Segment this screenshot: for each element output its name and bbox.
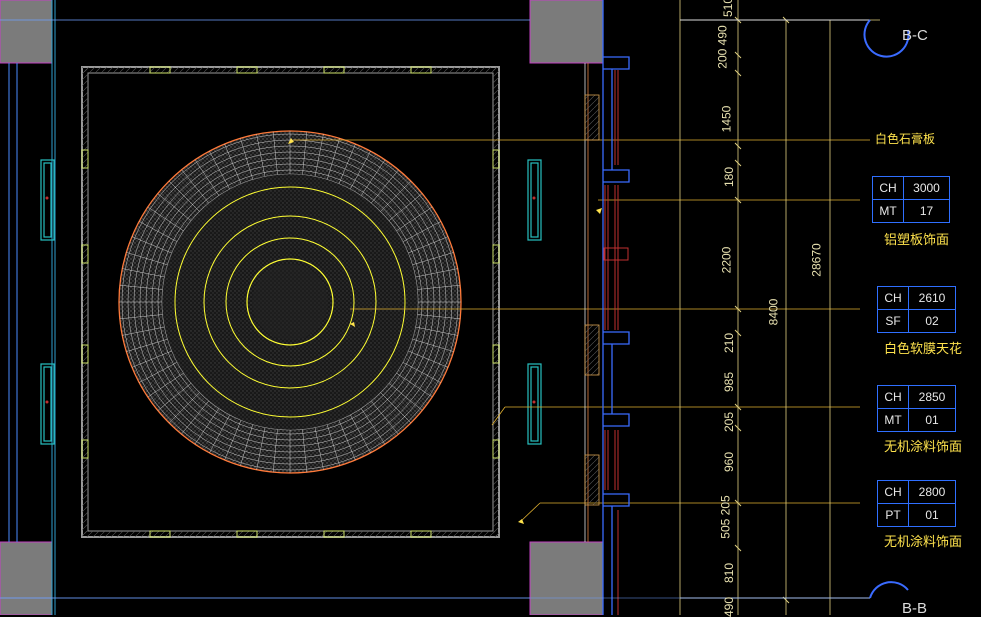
tag-key: CH	[878, 287, 909, 309]
dim-28670: 28670	[809, 243, 824, 277]
dim-510: 510	[721, 0, 736, 18]
tag-value: 2800	[918, 485, 946, 499]
finish-caption-3: 无机涂料饰面	[884, 440, 963, 455]
finish-caption-4: 无机涂料饰面	[884, 535, 963, 550]
tag-value: 17	[919, 204, 934, 218]
finish-tag-2: CH 2610 SF 02	[877, 286, 956, 333]
dim-810: 810	[722, 562, 737, 584]
dim-960: 960	[722, 451, 737, 473]
tag-value: 2850	[918, 390, 946, 404]
column-top-left	[0, 0, 53, 64]
tag-key: CH	[878, 386, 909, 408]
tag-key: CH	[873, 177, 904, 199]
circular-dome	[118, 130, 462, 474]
tag-key: CH	[878, 481, 909, 503]
finish-tag-1: CH 3000 MT 17	[872, 176, 950, 223]
tag-key: MT	[873, 200, 904, 222]
column-top-mid	[529, 0, 604, 64]
dim-210: 210	[722, 332, 737, 354]
light-right-top	[527, 159, 542, 241]
cad-drawing-canvas	[0, 0, 910, 615]
dim-205: 205	[722, 411, 737, 433]
light-right-bottom	[527, 363, 542, 445]
dim-505-205: 505 205	[718, 495, 733, 539]
column-bottom-left	[0, 541, 53, 615]
finish-tag-4: CH 2800 PT 01	[877, 480, 956, 527]
grid-label-bb: B-B	[902, 600, 928, 617]
grid-bubble-bb	[869, 581, 909, 599]
dim-490: 490	[722, 596, 737, 617]
dim-8400: 8400	[766, 298, 781, 326]
dim-180: 180	[722, 166, 737, 188]
finish-caption-1: 铝塑板饰面	[884, 233, 950, 248]
wall-section	[584, 0, 630, 615]
column-bottom-mid	[529, 541, 604, 615]
tag-value: 2610	[918, 291, 946, 305]
finish-caption-2: 白色软膜天花	[884, 342, 963, 357]
dim-985: 985	[722, 371, 737, 393]
grid-label-bc: B-C	[902, 27, 928, 44]
tag-value: 3000	[913, 181, 940, 195]
dim-200-490: 200 490	[715, 25, 730, 69]
tag-key: SF	[878, 310, 909, 332]
dim-2200: 2200	[719, 246, 734, 274]
tag-value: 02	[925, 314, 939, 328]
tag-value: 01	[925, 508, 939, 522]
dim-1450: 1450	[719, 105, 734, 133]
tag-key: MT	[878, 409, 909, 431]
callout-gypsum: 白色石膏板	[875, 132, 936, 146]
tag-key: PT	[878, 504, 909, 526]
tag-value: 01	[925, 413, 939, 427]
finish-tag-3: CH 2850 MT 01	[877, 385, 956, 432]
